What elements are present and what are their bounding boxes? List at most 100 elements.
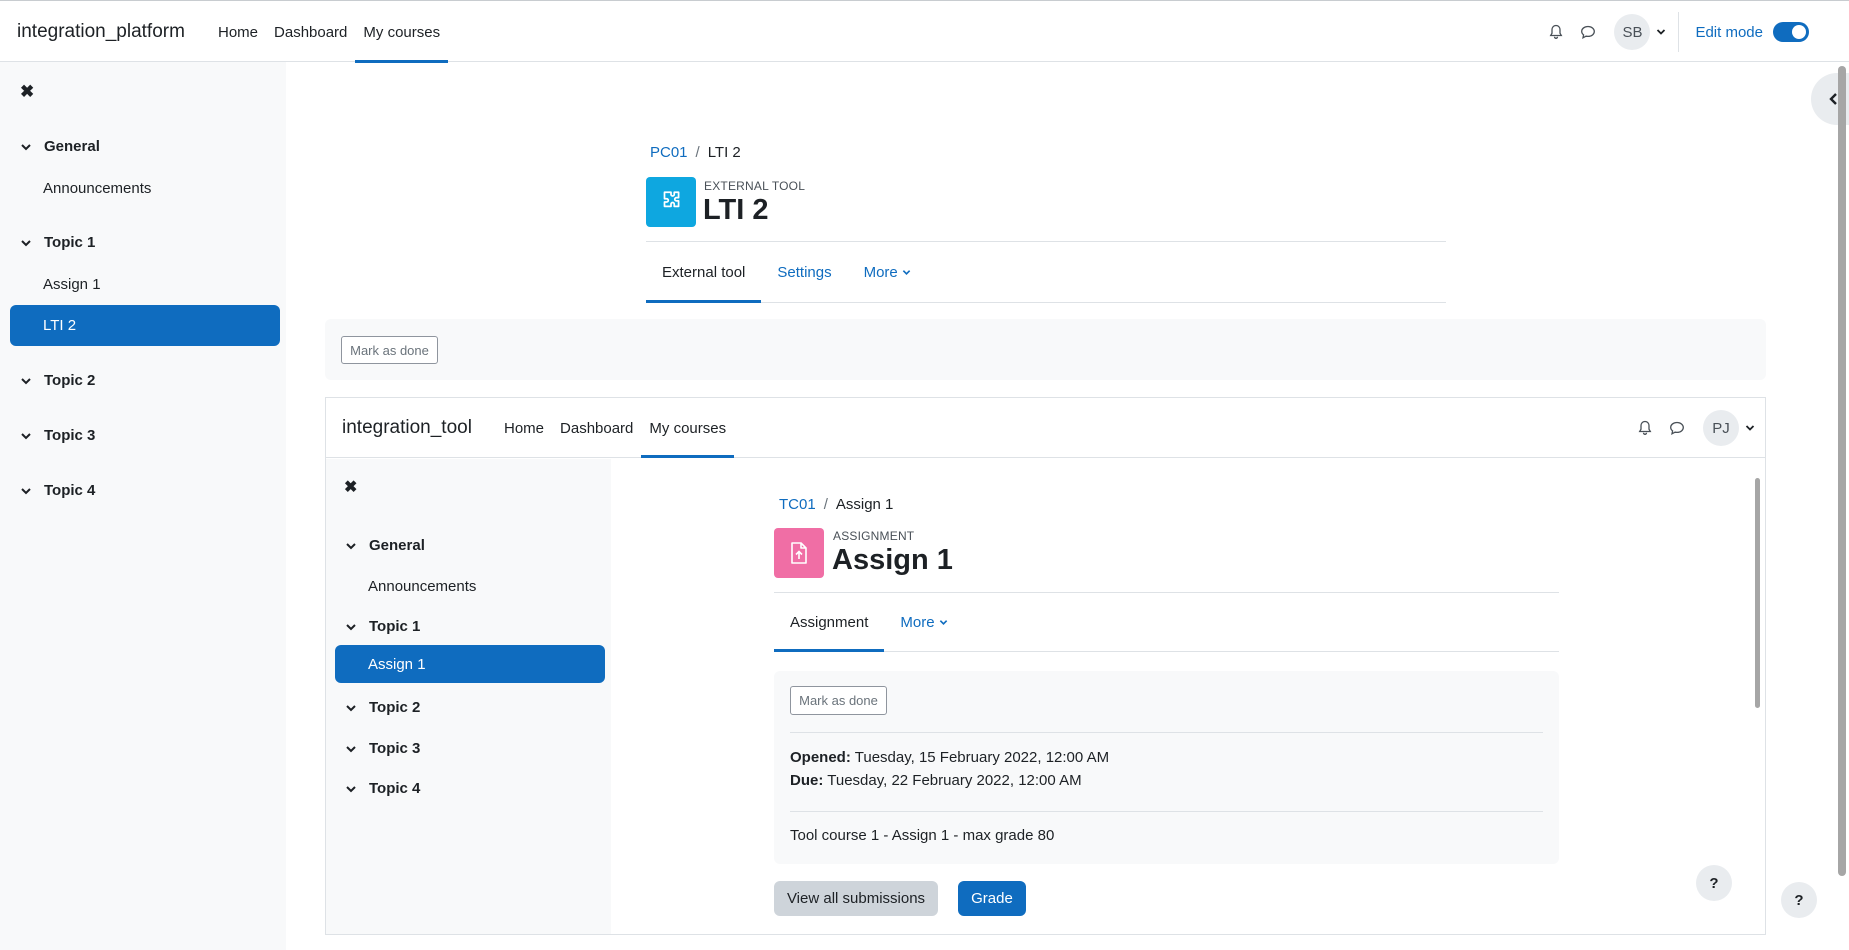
chevron-down-icon bbox=[21, 377, 31, 384]
tool-secondary-navigation: Assignment More bbox=[774, 592, 1559, 652]
tool-nav-dashboard[interactable]: Dashboard bbox=[552, 398, 641, 458]
tool-brand[interactable]: integration_tool bbox=[342, 417, 472, 439]
edit-mode-toggle[interactable]: Edit mode bbox=[1695, 22, 1809, 42]
close-drawer-icon[interactable]: ✖ bbox=[344, 477, 357, 497]
due-date: Due: Tuesday, 22 February 2022, 12:00 AM bbox=[790, 772, 1082, 789]
tool-course-index-drawer: ✖ General Announcements Topic 1 Assign 1… bbox=[326, 459, 611, 934]
primary-navigation: Home Dashboard My courses bbox=[210, 1, 448, 63]
chevron-down-icon bbox=[346, 623, 356, 630]
notifications-bell-icon[interactable] bbox=[1629, 412, 1661, 444]
nav-dashboard[interactable]: Dashboard bbox=[266, 1, 355, 63]
help-button[interactable]: ? bbox=[1781, 882, 1817, 918]
page-title: LTI 2 bbox=[703, 194, 769, 226]
messages-icon[interactable] bbox=[1661, 412, 1693, 444]
close-drawer-icon[interactable]: ✖ bbox=[20, 82, 34, 102]
tab-external-tool[interactable]: External tool bbox=[646, 242, 762, 303]
course-index-item-lti-2[interactable]: LTI 2 bbox=[10, 305, 280, 346]
section-label: Topic 3 bbox=[369, 740, 421, 757]
section-topic-2[interactable]: Topic 2 bbox=[345, 699, 420, 716]
activity-purpose: ASSIGNMENT bbox=[833, 529, 915, 543]
course-index-drawer: ✖ General Announcements Topic 1 Assign 1… bbox=[0, 62, 286, 950]
tool-help-button[interactable]: ? bbox=[1696, 865, 1732, 901]
chevron-down-icon bbox=[1745, 425, 1755, 431]
chevron-down-icon bbox=[1657, 29, 1666, 35]
nav-home[interactable]: Home bbox=[210, 1, 266, 63]
secondary-navigation: External tool Settings More bbox=[646, 241, 1446, 303]
tool-scrollbar[interactable] bbox=[1755, 478, 1760, 708]
grade-button[interactable]: Grade bbox=[958, 881, 1026, 916]
section-topic-1[interactable]: Topic 1 bbox=[345, 618, 420, 635]
section-label: Topic 4 bbox=[44, 482, 96, 499]
chevron-down-icon bbox=[346, 785, 356, 792]
external-tool-icon bbox=[646, 177, 696, 227]
opened-date: Opened: Tuesday, 15 February 2022, 12:00… bbox=[790, 749, 1109, 766]
avatar: SB bbox=[1614, 14, 1651, 50]
breadcrumb-separator: / bbox=[823, 496, 828, 513]
chevron-down-icon bbox=[21, 239, 31, 246]
breadcrumb-course[interactable]: TC01 bbox=[779, 496, 816, 513]
chevron-down-icon bbox=[21, 143, 31, 150]
tab-settings[interactable]: Settings bbox=[761, 242, 847, 302]
tool-primary-navigation: Home Dashboard My courses bbox=[496, 398, 734, 458]
due-value: Tuesday, 22 February 2022, 12:00 AM bbox=[827, 772, 1082, 789]
section-label: General bbox=[44, 138, 100, 155]
section-label: Topic 1 bbox=[44, 234, 96, 251]
chevron-down-icon bbox=[902, 269, 911, 275]
section-label: Topic 1 bbox=[369, 618, 421, 635]
opened-label: Opened: bbox=[790, 749, 851, 766]
nav-my-courses[interactable]: My courses bbox=[355, 1, 448, 63]
tool-user-menu[interactable]: PJ bbox=[1703, 410, 1755, 446]
chevron-down-icon bbox=[21, 487, 31, 494]
chevron-down-icon bbox=[346, 542, 356, 549]
site-brand[interactable]: integration_platform bbox=[17, 21, 185, 43]
tool-navbar: integration_tool Home Dashboard My cours… bbox=[326, 398, 1765, 458]
tool-page-title: Assign 1 bbox=[832, 544, 953, 576]
tab-assignment[interactable]: Assignment bbox=[774, 593, 885, 652]
mark-as-done-button[interactable]: Mark as done bbox=[341, 336, 438, 364]
section-topic-3[interactable]: Topic 3 bbox=[345, 740, 420, 757]
course-index-item-announcements[interactable]: Announcements bbox=[43, 180, 151, 197]
navbar-divider bbox=[1678, 12, 1680, 52]
user-menu[interactable]: SB bbox=[1614, 14, 1666, 50]
section-topic-1[interactable]: Topic 1 bbox=[20, 234, 95, 251]
tool-nav-my-courses[interactable]: My courses bbox=[641, 398, 734, 458]
divider bbox=[790, 811, 1543, 812]
section-topic-3[interactable]: Topic 3 bbox=[20, 427, 95, 444]
breadcrumb-course[interactable]: PC01 bbox=[650, 144, 688, 161]
section-topic-2[interactable]: Topic 2 bbox=[20, 372, 95, 389]
tool-breadcrumb: TC01 / Assign 1 bbox=[779, 496, 893, 513]
section-general[interactable]: General bbox=[20, 138, 100, 155]
tab-more[interactable]: More bbox=[884, 593, 963, 651]
chevron-down-icon bbox=[346, 704, 356, 711]
divider bbox=[790, 732, 1543, 733]
section-topic-4[interactable]: Topic 4 bbox=[20, 482, 95, 499]
course-index-item-announcements[interactable]: Announcements bbox=[368, 578, 476, 595]
section-general[interactable]: General bbox=[345, 537, 425, 554]
course-index-item-assign-1[interactable]: Assign 1 bbox=[43, 276, 101, 293]
toggle-switch[interactable] bbox=[1773, 22, 1809, 42]
page-scrollbar[interactable] bbox=[1838, 66, 1846, 876]
activity-information-panel: Mark as done Opened: Tuesday, 15 Februar… bbox=[774, 671, 1559, 864]
breadcrumb-current: Assign 1 bbox=[835, 496, 894, 513]
opened-value: Tuesday, 15 February 2022, 12:00 AM bbox=[854, 749, 1110, 766]
chevron-down-icon bbox=[346, 745, 356, 752]
mark-as-done-button[interactable]: Mark as done bbox=[790, 686, 887, 715]
breadcrumb-current: LTI 2 bbox=[707, 144, 741, 161]
section-topic-4[interactable]: Topic 4 bbox=[345, 780, 420, 797]
section-label: Topic 2 bbox=[44, 372, 96, 389]
breadcrumb-separator: / bbox=[695, 144, 700, 161]
lti-tool-frame: integration_tool Home Dashboard My cours… bbox=[325, 397, 1766, 935]
edit-mode-label: Edit mode bbox=[1695, 23, 1763, 41]
notifications-bell-icon[interactable] bbox=[1540, 16, 1572, 48]
course-index-item-assign-1[interactable]: Assign 1 bbox=[335, 645, 605, 683]
view-all-submissions-button[interactable]: View all submissions bbox=[774, 881, 938, 916]
top-navbar: integration_platform Home Dashboard My c… bbox=[0, 0, 1849, 63]
assignment-description: Tool course 1 - Assign 1 - max grade 80 bbox=[790, 827, 1055, 844]
tab-more-label: More bbox=[863, 263, 898, 281]
section-label: Topic 3 bbox=[44, 427, 96, 444]
tool-nav-home[interactable]: Home bbox=[496, 398, 552, 458]
tab-more[interactable]: More bbox=[848, 242, 927, 302]
avatar: PJ bbox=[1703, 410, 1739, 446]
assignment-icon bbox=[774, 528, 824, 578]
messages-icon[interactable] bbox=[1572, 16, 1604, 48]
